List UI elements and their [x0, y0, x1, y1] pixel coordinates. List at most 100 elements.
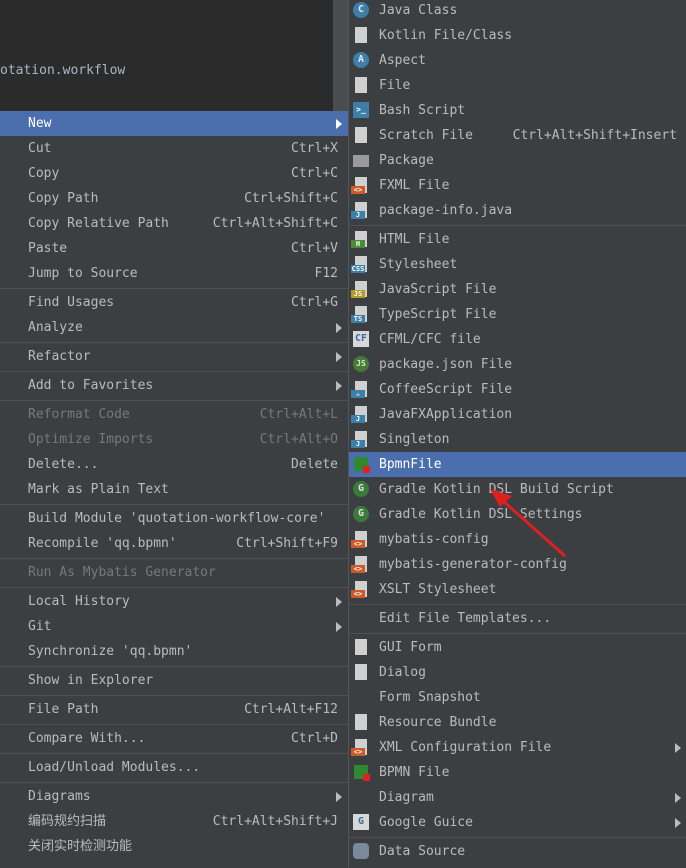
- menu-separator: [349, 633, 686, 634]
- menu-item-item[interactable]: 关闭实时检测功能: [0, 834, 348, 859]
- shortcut-label: Ctrl+Shift+F9: [236, 536, 338, 551]
- submenu-item-aspect[interactable]: A Aspect: [349, 48, 686, 73]
- resource-bundle-icon: [355, 714, 367, 730]
- menu-item-compare-with[interactable]: Compare With... Ctrl+D: [0, 726, 348, 751]
- menu-separator: [0, 558, 348, 559]
- menu-item-add-to-favorites[interactable]: Add to Favorites: [0, 373, 348, 398]
- menu-item-show-in-explorer[interactable]: Show in Explorer: [0, 668, 348, 693]
- menu-item-label: File Path: [28, 702, 99, 717]
- shortcut-label: Ctrl+Alt+Shift+Insert: [512, 128, 677, 143]
- menu-item-label: Dialog: [379, 665, 426, 680]
- guice-icon: G: [353, 814, 369, 830]
- menu-item-optimize-imports[interactable]: Optimize Imports Ctrl+Alt+O: [0, 427, 348, 452]
- submenu-item-diagram[interactable]: Diagram: [349, 785, 686, 810]
- submenu-item-mybatis-config[interactable]: <> mybatis-config: [349, 527, 686, 552]
- menu-item-label: Copy Path: [28, 191, 99, 206]
- menu-item-load-unload-modules[interactable]: Load/Unload Modules...: [0, 755, 348, 780]
- submenu-item-resource-bundle[interactable]: Resource Bundle: [349, 710, 686, 735]
- menu-separator: [0, 400, 348, 401]
- submenu-item-data-source[interactable]: Data Source: [349, 839, 686, 864]
- menu-item-copy-relative-path[interactable]: Copy Relative Path Ctrl+Alt+Shift+C: [0, 211, 348, 236]
- submenu-item-scratch-file[interactable]: Scratch File Ctrl+Alt+Shift+Insert: [349, 123, 686, 148]
- submenu-item-stylesheet[interactable]: CSS Stylesheet: [349, 252, 686, 277]
- menu-item-label: Refactor: [28, 349, 91, 364]
- submenu-item-fxml-file[interactable]: <> FXML File: [349, 173, 686, 198]
- menu-separator: [0, 724, 348, 725]
- submenu-item-form-snapshot[interactable]: Form Snapshot: [349, 685, 686, 710]
- submenu-item-file[interactable]: File: [349, 73, 686, 98]
- menu-item-new[interactable]: New: [0, 111, 348, 136]
- shortcut-label: Ctrl+Alt+Shift+C: [212, 216, 338, 231]
- menu-item-label: Data Source: [379, 844, 466, 859]
- submenu-item-package-json-file[interactable]: JS package.json File: [349, 352, 686, 377]
- menu-item-synchronize-qq-bpmn[interactable]: Synchronize 'qq.bpmn': [0, 639, 348, 664]
- submenu-item-cfml-cfc-file[interactable]: CF CFML/CFC file: [349, 327, 686, 352]
- menu-separator: [0, 371, 348, 372]
- submenu-item-xml-configuration-file[interactable]: <> XML Configuration File: [349, 735, 686, 760]
- menu-separator: [0, 753, 348, 754]
- submenu-item-package[interactable]: Package: [349, 148, 686, 173]
- copy-icon: [4, 165, 20, 181]
- submenu-item-dialog[interactable]: Dialog: [349, 660, 686, 685]
- menu-item-delete[interactable]: Delete... Delete: [0, 452, 348, 477]
- xml-icon: <>: [351, 531, 367, 548]
- submenu-item-edit-file-templates[interactable]: Edit File Templates...: [349, 606, 686, 631]
- submenu-item-bash-script[interactable]: >_ Bash Script: [349, 98, 686, 123]
- submenu-item-xslt-stylesheet[interactable]: <> XSLT Stylesheet: [349, 577, 686, 602]
- gradle-icon: G: [353, 506, 369, 522]
- singleton-icon: J: [351, 431, 367, 448]
- submenu-item-mybatis-generator-config[interactable]: <> mybatis-generator-config: [349, 552, 686, 577]
- plain-text-icon: [4, 481, 20, 497]
- submenu-item-javafxapplication[interactable]: J JavaFXApplication: [349, 402, 686, 427]
- menu-item-paste[interactable]: Paste Ctrl+V: [0, 236, 348, 261]
- submenu-item-bpmn-file[interactable]: BPMN File: [349, 760, 686, 785]
- menu-item-label: Gradle Kotlin DSL Settings: [379, 507, 583, 522]
- menu-item-recompile-qq-bpmn[interactable]: Recompile 'qq.bpmn' Ctrl+Shift+F9: [0, 531, 348, 556]
- menu-item-refactor[interactable]: Refactor: [0, 344, 348, 369]
- submenu-item-typescript-file[interactable]: TS TypeScript File: [349, 302, 686, 327]
- dialog-icon: [355, 664, 367, 680]
- menu-item-diagrams[interactable]: Diagrams: [0, 784, 348, 809]
- menu-item-local-history[interactable]: Local History: [0, 589, 348, 614]
- submenu-item-java-class[interactable]: C Java Class: [349, 0, 686, 23]
- menu-item-mark-as-plain-text[interactable]: Mark as Plain Text: [0, 477, 348, 502]
- menu-item-label: HTML File: [379, 232, 450, 247]
- menu-item-git[interactable]: Git: [0, 614, 348, 639]
- menu-item-build-module-quotation-workflow-core[interactable]: Build Module 'quotation-workflow-core': [0, 506, 348, 531]
- java-file-icon: J: [351, 202, 367, 219]
- menu-item-analyze[interactable]: Analyze: [0, 315, 348, 340]
- menu-item-copy-path[interactable]: Copy Path Ctrl+Shift+C: [0, 186, 348, 211]
- menu-item-jump-to-source[interactable]: Jump to Source F12: [0, 261, 348, 286]
- menu-item-label: Copy Relative Path: [28, 216, 169, 231]
- menu-item-label: Synchronize 'qq.bpmn': [28, 644, 193, 659]
- xslt-icon: <>: [351, 581, 367, 598]
- menu-separator: [0, 782, 348, 783]
- project-tree-scrollbar[interactable]: [333, 0, 348, 112]
- submenu-item-google-guice[interactable]: G Google Guice: [349, 810, 686, 835]
- submenu-item-kotlin-file-class[interactable]: Kotlin File/Class: [349, 23, 686, 48]
- menu-item-label: JavaScript File: [379, 282, 497, 297]
- submenu-item-gradle-kotlin-dsl-settings[interactable]: G Gradle Kotlin DSL Settings: [349, 502, 686, 527]
- submenu-item-html-file[interactable]: H HTML File: [349, 227, 686, 252]
- submenu-arrow-icon: [675, 793, 681, 803]
- menu-item-file-path[interactable]: File Path Ctrl+Alt+F12: [0, 697, 348, 722]
- menu-item-label: Cut: [28, 141, 52, 156]
- menu-item-label: Resource Bundle: [379, 715, 497, 730]
- submenu-item-package-info-java[interactable]: Jpackage-info.java: [349, 198, 686, 223]
- submenu-item-gui-form[interactable]: GUI Form: [349, 635, 686, 660]
- menu-item-label: FXML File: [379, 178, 450, 193]
- submenu-item-coffeescript-file[interactable]: ☕ CoffeeScript File: [349, 377, 686, 402]
- submenu-item-singleton[interactable]: J Singleton: [349, 427, 686, 452]
- css-icon: CSS: [351, 256, 367, 273]
- menu-item-label: File: [379, 78, 411, 93]
- submenu-item-javascript-file[interactable]: JS JavaScript File: [349, 277, 686, 302]
- menu-item-cut[interactable]: Cut Ctrl+X: [0, 136, 348, 161]
- submenu-item-bpmnfile[interactable]: BpmnFile: [349, 452, 686, 477]
- menu-item-find-usages[interactable]: Find Usages Ctrl+G: [0, 290, 348, 315]
- menu-item-reformat-code[interactable]: Reformat Code Ctrl+Alt+L: [0, 402, 348, 427]
- menu-item-run-as-mybatis-generator[interactable]: Run As Mybatis Generator: [0, 560, 348, 585]
- menu-item-item[interactable]: 编码规约扫描 Ctrl+Alt+Shift+J: [0, 809, 348, 834]
- submenu-arrow-icon: [336, 381, 342, 391]
- menu-item-copy[interactable]: Copy Ctrl+C: [0, 161, 348, 186]
- submenu-item-gradle-kotlin-dsl-build-script[interactable]: G Gradle Kotlin DSL Build Script: [349, 477, 686, 502]
